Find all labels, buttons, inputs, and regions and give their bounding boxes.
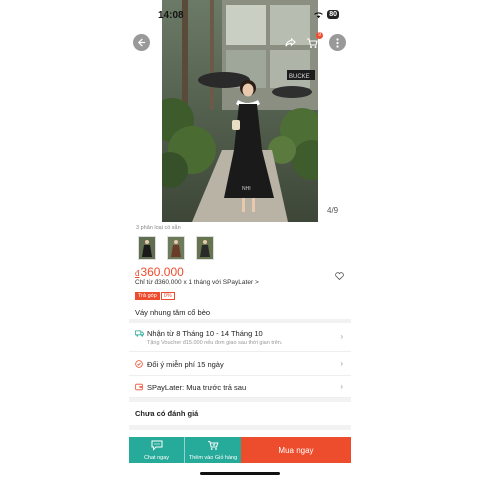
chat-now-label: Chat ngay xyxy=(143,455,170,461)
price-currency: đ xyxy=(135,269,140,278)
buy-now-label: Mua ngay xyxy=(278,445,314,455)
arrow-left-icon xyxy=(137,38,146,47)
photo-counter: 4/9 xyxy=(327,206,339,215)
variant-image-1 xyxy=(139,237,155,259)
add-to-cart-icon xyxy=(208,441,219,450)
variant-thumbnail-2[interactable] xyxy=(167,236,185,260)
status-icons: 80 xyxy=(313,10,339,19)
free-returns-row[interactable]: Đổi ý miễn phí 15 ngày › xyxy=(129,352,351,376)
price-amount: 360.000 xyxy=(140,265,184,279)
product-price: đ360.000 xyxy=(135,265,184,279)
cart-count-badge: 9 xyxy=(316,32,323,39)
variant-thumbnails xyxy=(138,236,214,260)
share-button[interactable] xyxy=(282,34,299,51)
truck-icon xyxy=(135,330,144,337)
promo-tags: Trả góp 0% xyxy=(135,292,175,300)
product-photo-illustration: BUCKE NHI xyxy=(162,0,318,222)
return-shield-icon xyxy=(135,360,143,368)
variant-thumbnail-3[interactable] xyxy=(196,236,214,260)
bottom-action-bar: Chat ngay Thêm vào Giỏ hàng Mua ngay xyxy=(129,437,351,463)
store-sign: BUCKE xyxy=(289,74,310,80)
spaylater-label: SPayLater: Mua trước trả sau xyxy=(147,383,247,392)
home-indicator xyxy=(200,472,280,475)
share-icon xyxy=(285,37,296,47)
delivery-voucher-note: Tặng Voucher đ15.000 nếu đơn giao sau th… xyxy=(147,340,283,346)
reviews-heading: Chưa có đánh giá xyxy=(135,409,199,418)
variant-image-2 xyxy=(168,237,184,259)
chevron-right-icon: › xyxy=(340,359,343,368)
phone-screen: BUCKE NHI 14:08 80 9 4/9 3 phân loại có … xyxy=(129,0,351,480)
spaylater-link: SPayLater xyxy=(222,279,254,286)
cart-button[interactable]: 9 xyxy=(303,32,323,51)
status-time: 14:08 xyxy=(158,10,184,21)
wifi-icon xyxy=(314,11,324,18)
product-photo[interactable]: BUCKE NHI xyxy=(162,0,318,222)
chat-icon xyxy=(151,440,162,451)
heart-icon xyxy=(335,272,344,281)
favorite-button[interactable] xyxy=(335,267,344,285)
free-returns-label: Đổi ý miễn phí 15 ngày xyxy=(147,360,224,369)
add-to-cart-button[interactable]: Thêm vào Giỏ hàng xyxy=(184,437,241,463)
buy-now-button[interactable]: Mua ngay xyxy=(241,437,351,463)
installment-text: Chỉ từ đ360.000 x 1 tháng với xyxy=(135,279,221,286)
variants-caption: 3 phân loại có sẵn xyxy=(136,225,181,231)
spaylater-row[interactable]: SPayLater: Mua trước trả sau › xyxy=(129,376,351,398)
chevron-right-icon: › xyxy=(340,332,343,341)
chat-now-button[interactable]: Chat ngay xyxy=(129,437,184,463)
delivery-row[interactable]: Nhận từ 8 Tháng 10 - 14 Tháng 10 Tặng Vo… xyxy=(129,323,351,352)
back-button[interactable] xyxy=(133,34,150,51)
photo-watermark: NHI xyxy=(242,186,251,192)
product-title: Váy nhung tăm cổ bèo xyxy=(135,308,211,317)
variant-image-3 xyxy=(197,237,213,259)
variant-thumbnail-1[interactable] xyxy=(138,236,156,260)
more-options-button[interactable] xyxy=(329,34,346,51)
section-divider xyxy=(129,425,351,430)
more-vertical-icon xyxy=(336,37,339,48)
chevron-right-icon: › xyxy=(340,382,343,391)
installment-tag: Trả góp xyxy=(135,292,160,300)
battery-indicator: 80 xyxy=(327,10,339,19)
installment-chevron: > xyxy=(254,279,259,286)
add-to-cart-label: Thêm vào Giỏ hàng xyxy=(188,455,238,461)
section-divider xyxy=(129,398,351,402)
wallet-icon xyxy=(135,383,143,391)
zero-percent-tag: 0% xyxy=(160,292,175,300)
installment-info[interactable]: Chỉ từ đ360.000 x 1 tháng với SPayLater … xyxy=(135,279,259,286)
cart-icon xyxy=(306,37,318,48)
delivery-estimate: Nhận từ 8 Tháng 10 - 14 Tháng 10 xyxy=(147,329,263,338)
